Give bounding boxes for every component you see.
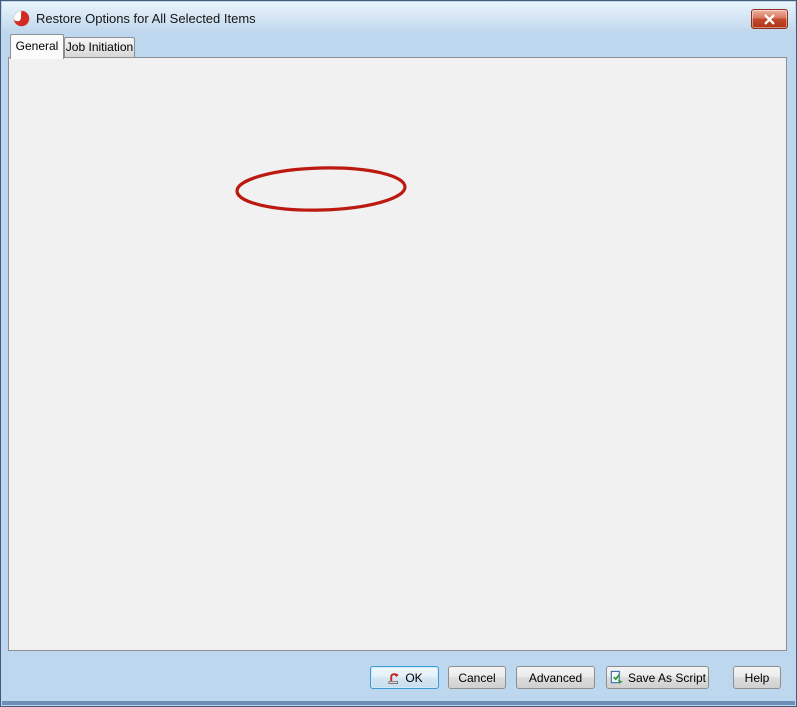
script-document-icon — [609, 670, 624, 685]
general-tab-page — [8, 57, 787, 651]
app-logo-icon — [13, 10, 30, 27]
restore-options-dialog: Restore Options for All Selected Items G… — [0, 0, 797, 707]
cancel-button[interactable]: Cancel — [448, 666, 506, 689]
close-icon — [764, 14, 775, 25]
help-button-label: Help — [745, 671, 770, 685]
ok-button-label: OK — [405, 671, 422, 685]
close-button[interactable] — [751, 9, 788, 29]
cancel-button-label: Cancel — [458, 671, 495, 685]
save-as-script-button-label: Save As Script — [628, 671, 706, 685]
window-frame-bottom — [2, 701, 795, 705]
save-as-script-button[interactable]: Save As Script — [606, 666, 709, 689]
advanced-button[interactable]: Advanced — [516, 666, 595, 689]
help-button[interactable]: Help — [733, 666, 781, 689]
ok-stamp-icon — [386, 670, 401, 685]
tab-general[interactable]: General — [10, 34, 64, 59]
window-title: Restore Options for All Selected Items — [36, 11, 256, 26]
ok-button[interactable]: OK — [370, 666, 439, 689]
advanced-button-label: Advanced — [529, 671, 582, 685]
tab-job-initiation[interactable]: Job Initiation — [64, 37, 135, 57]
titlebar[interactable]: Restore Options for All Selected Items — [2, 2, 795, 33]
